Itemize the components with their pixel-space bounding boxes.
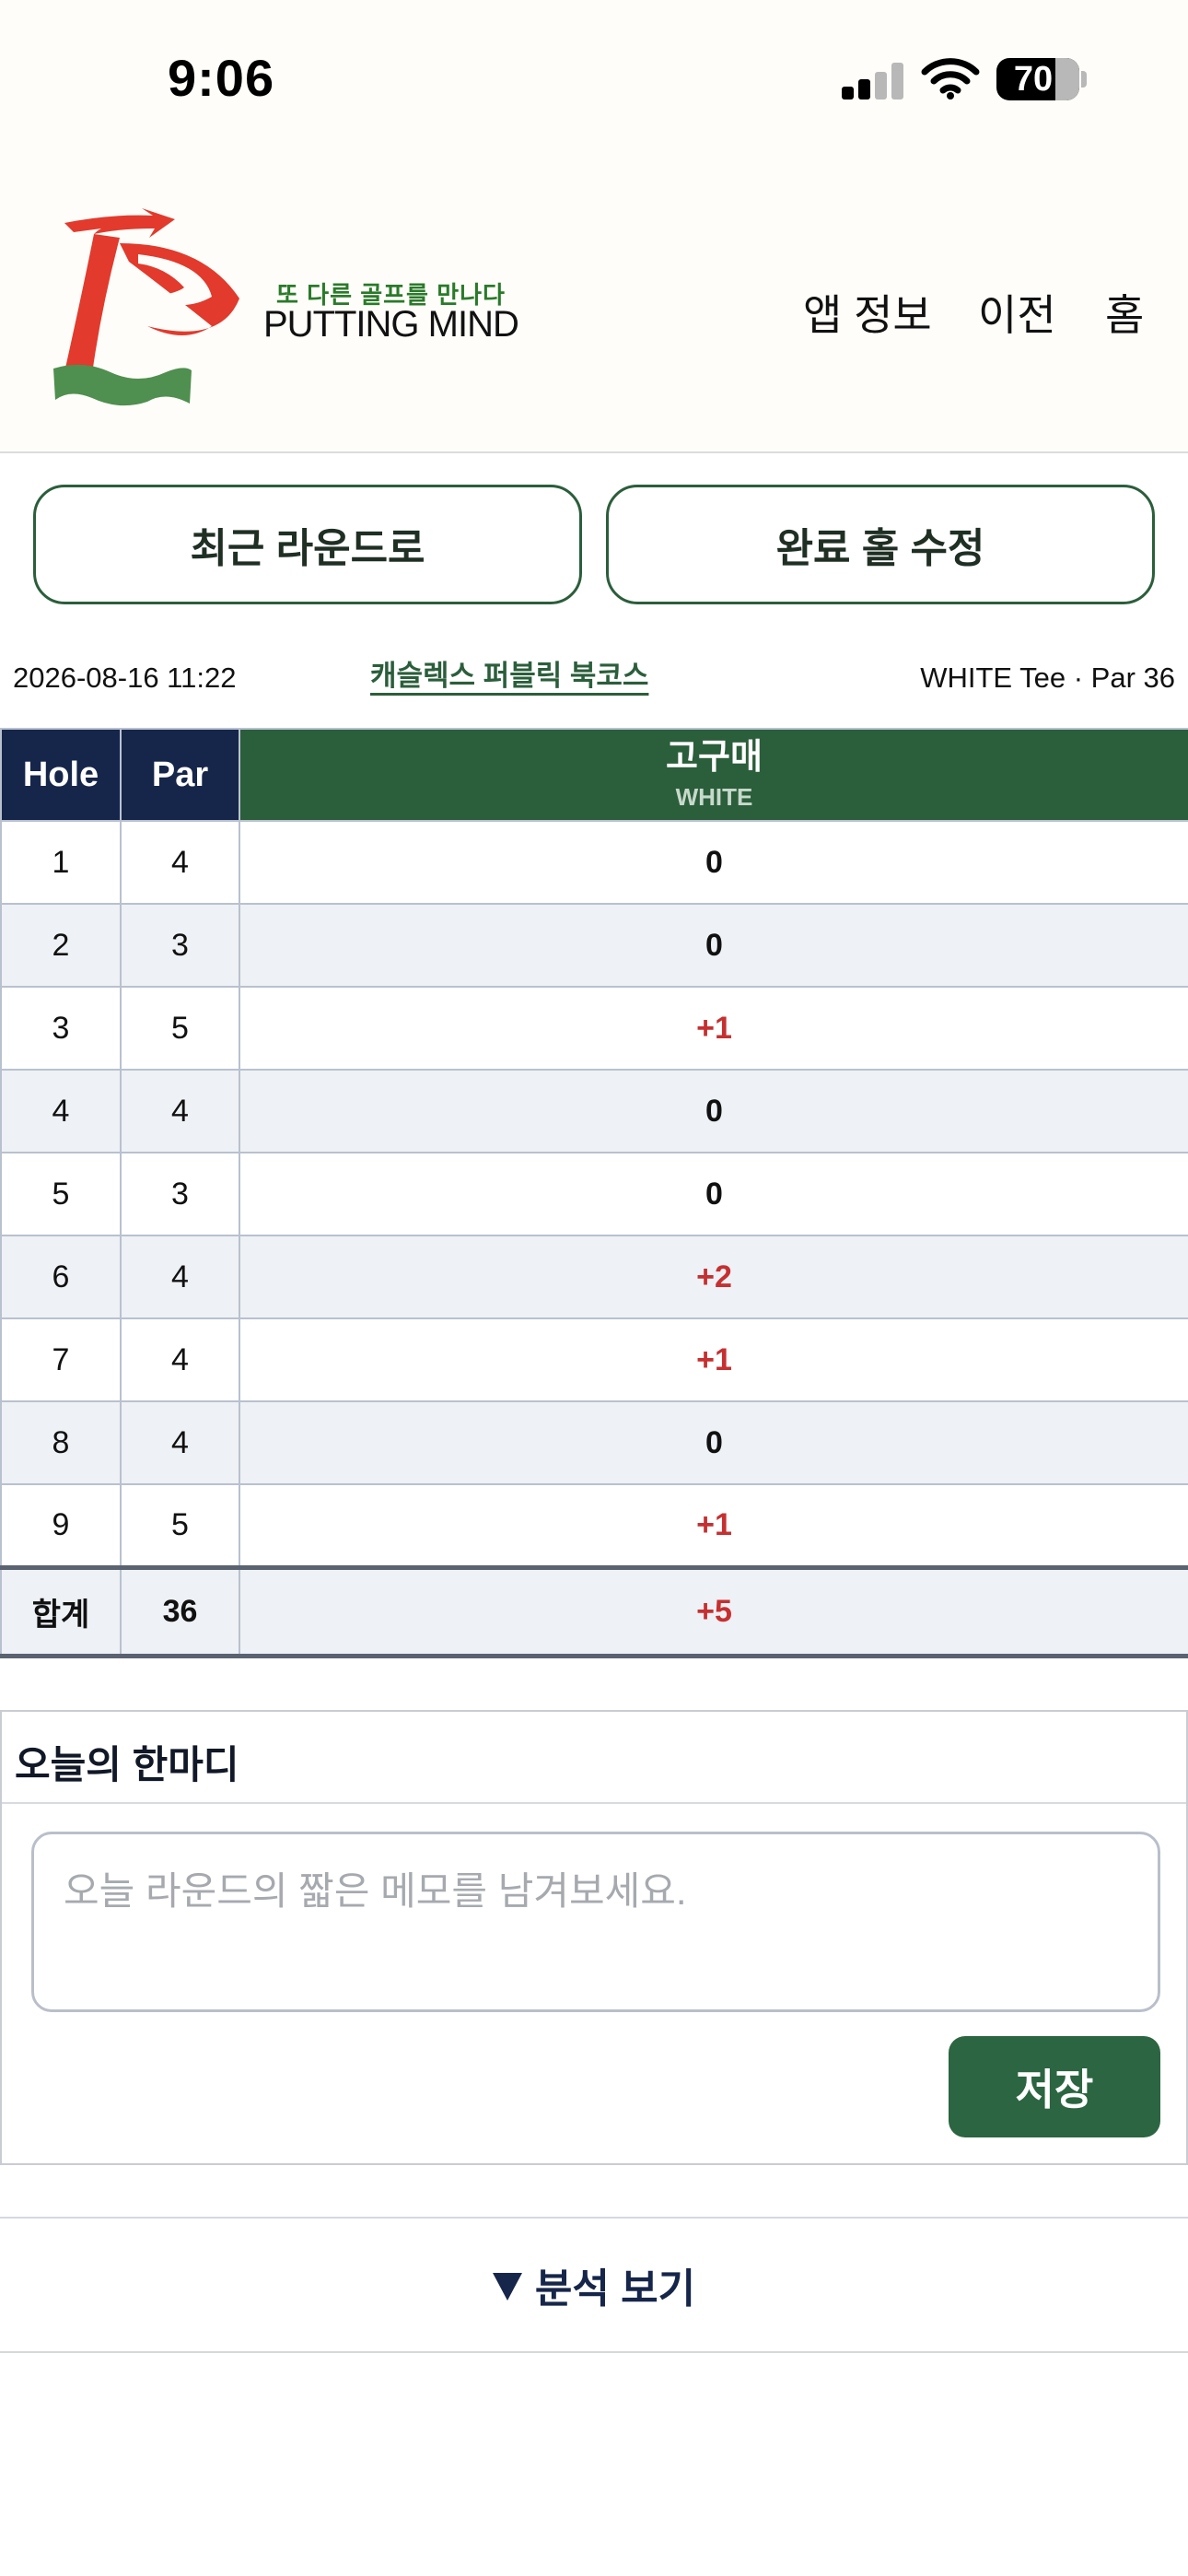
score-table: Hole Par 고구매 WHITE 140 230 3 5 +1 440 530 … <box>0 728 1188 1658</box>
table-row: 230 <box>0 903 1188 988</box>
total-score: +5 <box>239 1564 1188 1658</box>
logo-brand-name: PUTTING MIND <box>263 304 519 345</box>
table-row: 530 <box>0 1152 1188 1236</box>
status-time: 9:06 <box>168 49 275 107</box>
table-row: 440 <box>0 1069 1188 1153</box>
total-par: 36 <box>120 1564 240 1658</box>
cellular-signal-icon <box>842 63 903 100</box>
memo-title: 오늘의 한마디 <box>15 1743 239 1786</box>
player-tee: WHITE <box>675 783 753 811</box>
round-datetime: 2026-08-16 11:22 <box>13 662 237 694</box>
hole-score[interactable]: +1 <box>239 986 1188 1071</box>
memo-section: 오늘의 한마디 저장 <box>0 1710 1188 2165</box>
hole-par: 4 <box>120 820 240 905</box>
battery-level: 70 <box>1013 60 1054 99</box>
course-name-link[interactable]: 캐슬렉스 퍼블릭 북코스 <box>370 652 648 694</box>
putting-mind-logo-icon <box>53 208 239 406</box>
nav-home[interactable]: 홈 <box>1105 282 1144 343</box>
hole-par: 4 <box>120 1400 240 1485</box>
hole-number: 5 <box>0 1152 122 1236</box>
hole-column-header: Hole <box>0 728 122 822</box>
hole-number: 1 <box>0 820 122 905</box>
player-name: 고구매 <box>666 738 763 777</box>
battery-icon: 70 <box>996 58 1079 100</box>
hole-number: 8 <box>0 1400 122 1485</box>
save-button[interactable]: 저장 <box>949 2036 1160 2137</box>
analysis-toggle-label: 분석 보기 <box>534 2266 696 2312</box>
table-row: 3 5 +1 <box>0 986 1188 1071</box>
hole-score[interactable]: 0 <box>239 1400 1188 1485</box>
triangle-down-icon <box>492 2273 522 2301</box>
table-row: 9 5 +1 <box>0 1483 1188 1568</box>
memo-divider <box>2 1802 1186 1804</box>
hole-score[interactable]: 0 <box>239 820 1188 905</box>
edit-completed-holes-button[interactable]: 완료 홀 수정 <box>606 485 1155 604</box>
table-row: 140 <box>0 820 1188 905</box>
table-row: 7 4 +1 <box>0 1317 1188 1402</box>
hole-par: 5 <box>120 1483 240 1568</box>
table-header-row: Hole Par 고구매 WHITE <box>0 728 1188 822</box>
hole-number: 6 <box>0 1235 122 1319</box>
hole-number: 7 <box>0 1317 122 1402</box>
recent-round-button[interactable]: 최근 라운드로 <box>33 485 582 604</box>
hole-score[interactable]: 0 <box>239 1069 1188 1153</box>
hole-score[interactable]: +1 <box>239 1317 1188 1402</box>
table-row: 6 4 +2 <box>0 1235 1188 1319</box>
total-row: 합계 36 +5 <box>0 1564 1188 1658</box>
hole-number: 4 <box>0 1069 122 1153</box>
total-label: 합계 <box>0 1564 122 1658</box>
player-column-header: 고구매 WHITE <box>239 728 1188 822</box>
nav-app-info[interactable]: 앱 정보 <box>803 282 932 343</box>
analysis-toggle-button[interactable]: 분석 보기 <box>0 2217 1188 2353</box>
table-row: 840 <box>0 1400 1188 1485</box>
hole-par: 4 <box>120 1317 240 1402</box>
hole-par: 3 <box>120 903 240 988</box>
memo-input[interactable] <box>31 1832 1160 2012</box>
hole-score[interactable]: 0 <box>239 903 1188 988</box>
hole-score[interactable]: +1 <box>239 1483 1188 1568</box>
hole-number: 2 <box>0 903 122 988</box>
hole-score[interactable]: +2 <box>239 1235 1188 1319</box>
hole-number: 9 <box>0 1483 122 1568</box>
hole-par: 4 <box>120 1069 240 1153</box>
tee-par-info: WHITE Tee · Par 36 <box>920 662 1175 694</box>
nav-back[interactable]: 이전 <box>978 282 1056 343</box>
wifi-icon <box>921 58 980 100</box>
hole-par: 4 <box>120 1235 240 1319</box>
battery-cap <box>1081 71 1087 88</box>
hole-par: 3 <box>120 1152 240 1236</box>
par-column-header: Par <box>120 728 240 822</box>
hole-par: 5 <box>120 986 240 1071</box>
hole-score[interactable]: 0 <box>239 1152 1188 1236</box>
hole-number: 3 <box>0 986 122 1071</box>
